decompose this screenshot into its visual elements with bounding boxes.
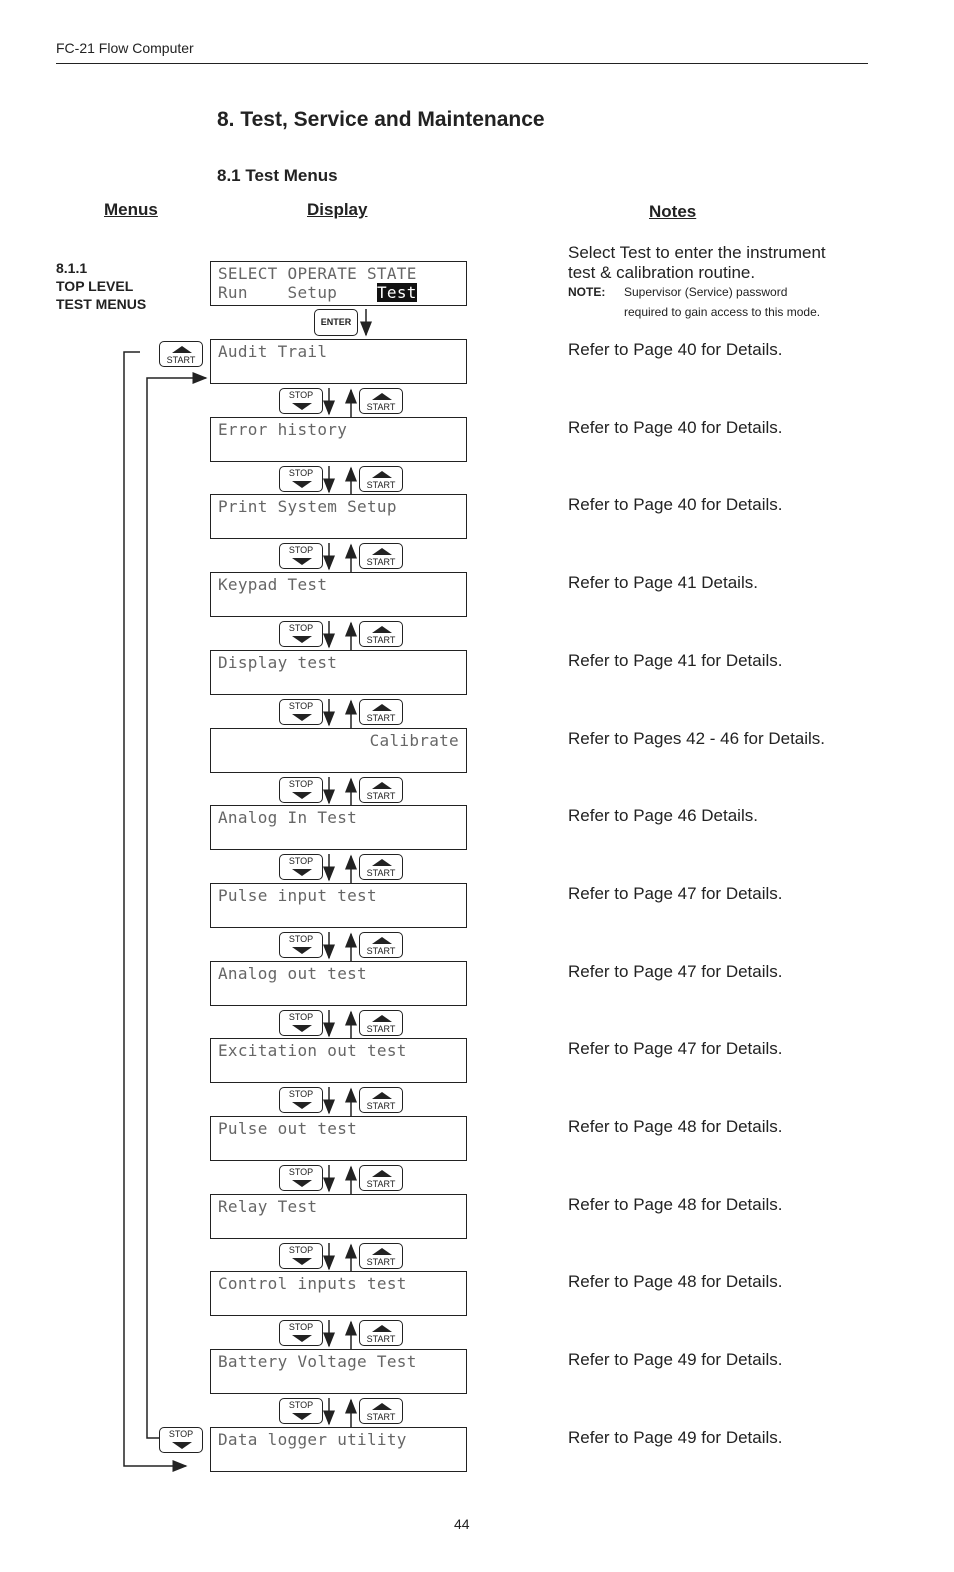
flow-lines [123, 309, 372, 1472]
page-number: 44 [454, 1516, 470, 1532]
start-wrap-arrow [123, 351, 188, 1472]
stop-wrap-arrow [146, 372, 208, 1439]
